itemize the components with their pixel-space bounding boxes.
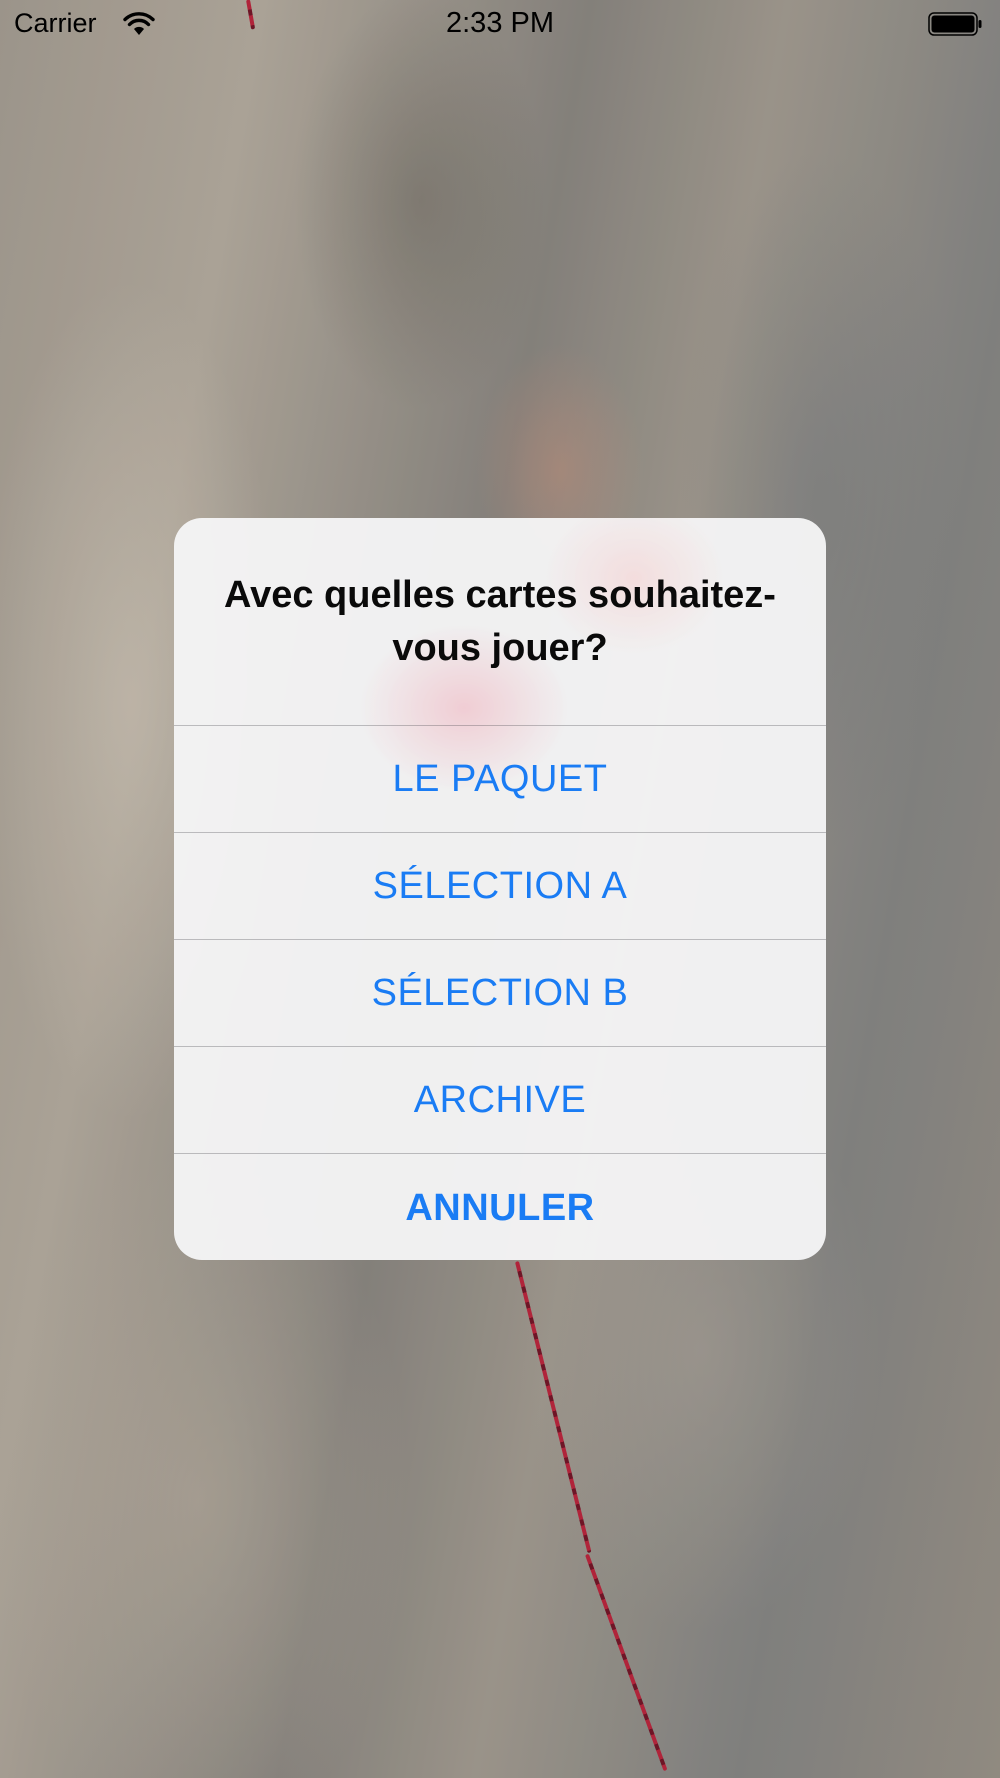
status-time: 2:33 PM — [446, 7, 554, 39]
selection-b-button[interactable]: SÉLECTION B — [174, 939, 826, 1046]
le-paquet-button[interactable]: LE PAQUET — [174, 725, 826, 832]
action-alert: Avec quelles cartes souhaitez-vous jouer… — [174, 518, 826, 1260]
archive-button[interactable]: ARCHIVE — [174, 1046, 826, 1153]
battery-full-icon — [928, 12, 982, 36]
selection-a-button[interactable]: SÉLECTION A — [174, 832, 826, 939]
alert-title: Avec quelles cartes souhaitez-vous jouer… — [224, 573, 776, 669]
status-bar: Carrier 2:33 PM — [0, 0, 1000, 50]
screen: Carrier 2:33 PM Avec quelles cartes souh… — [0, 0, 1000, 1778]
cancel-button[interactable]: ANNULER — [174, 1153, 826, 1260]
